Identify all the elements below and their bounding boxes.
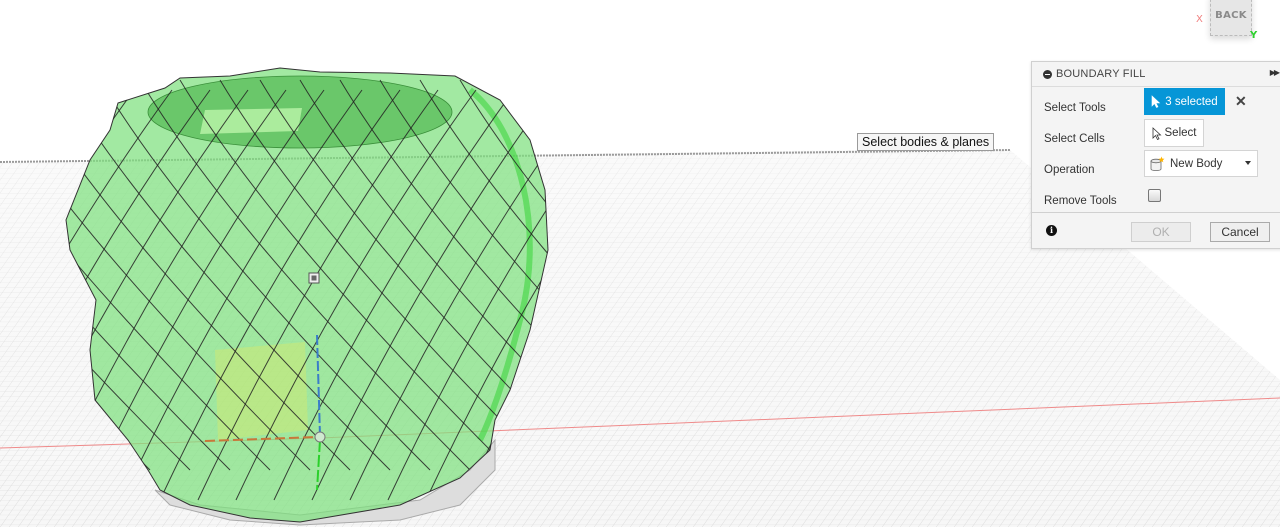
center-marker-inner <box>311 275 317 281</box>
collapse-icon[interactable] <box>1043 69 1052 79</box>
select-tools-value: 3 selected <box>1165 95 1218 108</box>
operation-dropdown[interactable]: New Body <box>1144 150 1258 177</box>
viewcube-axis-y-label: Y <box>1250 30 1258 41</box>
row-select-cells: Select Cells Select <box>1044 119 1204 147</box>
cancel-button[interactable]: Cancel <box>1210 222 1270 242</box>
dialog-title: BOUNDARY FILL <box>1056 68 1146 80</box>
cursor-icon <box>1151 95 1161 108</box>
viewcube-face-back[interactable]: BACK <box>1210 0 1252 36</box>
fast-forward-icon[interactable]: ▶▶ <box>1270 68 1280 77</box>
cursor-icon <box>1152 126 1162 140</box>
row-select-tools: Select Tools 3 selected ✕ <box>1044 88 1247 115</box>
boundary-fill-dialog: BOUNDARY FILL ▶▶ Select Tools 3 selected… <box>1031 61 1280 249</box>
row-remove-tools: Remove Tools <box>1044 189 1161 207</box>
info-icon[interactable]: i <box>1046 225 1057 236</box>
ok-button[interactable]: OK <box>1131 222 1191 242</box>
select-tools-button[interactable]: 3 selected <box>1144 88 1225 115</box>
select-tools-label: Select Tools <box>1044 102 1106 114</box>
dialog-footer: i OK Cancel <box>1032 212 1280 249</box>
remove-tools-checkbox[interactable] <box>1148 189 1161 202</box>
viewcube[interactable]: X BACK Y <box>1196 0 1280 48</box>
row-operation: Operation New Body <box>1044 150 1258 177</box>
dialog-header[interactable]: BOUNDARY FILL ▶▶ <box>1032 62 1280 87</box>
select-cells-value: Select <box>1164 127 1197 139</box>
sketch-plane <box>215 342 308 440</box>
operation-label: Operation <box>1044 164 1095 176</box>
viewcube-axis-x-label: X <box>1196 14 1203 25</box>
select-cells-button[interactable]: Select <box>1144 119 1204 147</box>
origin-point[interactable] <box>314 431 326 443</box>
selection-tooltip: Select bodies & planes <box>857 133 995 151</box>
chevron-down-icon <box>1245 161 1251 165</box>
close-icon[interactable]: ✕ <box>1235 93 1247 110</box>
select-cells-label: Select Cells <box>1044 133 1105 145</box>
operation-value: New Body <box>1170 157 1223 170</box>
remove-tools-label: Remove Tools <box>1044 195 1117 207</box>
new-body-icon <box>1150 156 1165 171</box>
